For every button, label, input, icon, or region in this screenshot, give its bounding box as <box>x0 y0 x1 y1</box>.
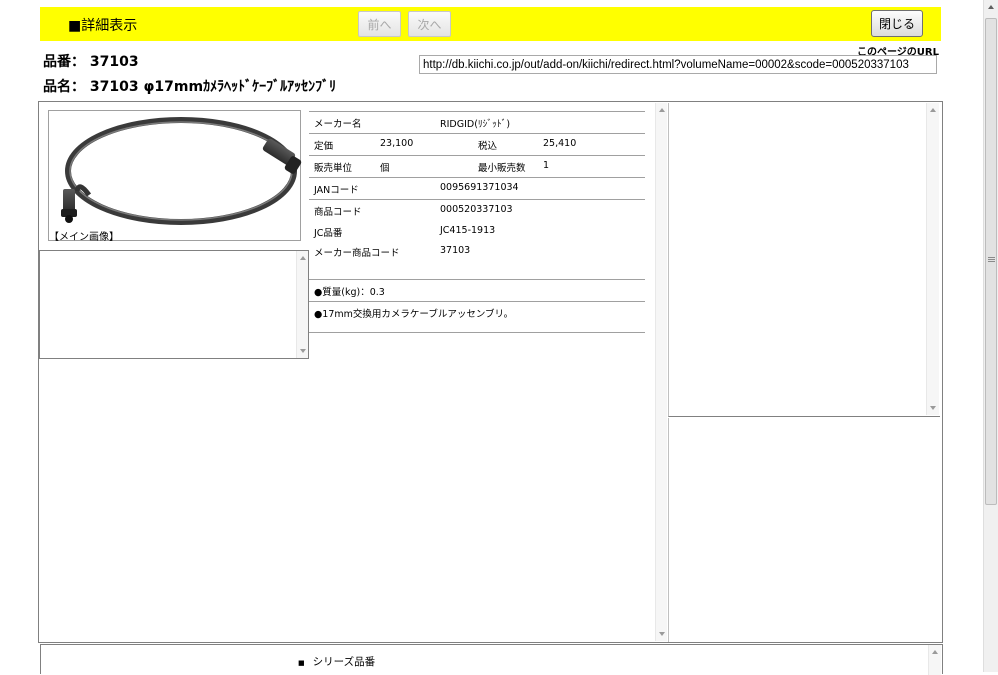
spec-note: ●質量(kg)：0.3 <box>314 287 385 298</box>
part-number: 品番： 37103 <box>43 54 139 70</box>
image-caption: 【メイン画像】 <box>49 232 119 243</box>
spec-row-maker-code: メーカー商品コード 37103 <box>309 241 645 279</box>
prev-button[interactable]: 前へ <box>358 11 401 37</box>
series-frame-scrollbar[interactable] <box>928 645 941 675</box>
spec-value: RIDGID(ﾘｼﾞｯﾄﾞ) <box>440 119 511 130</box>
spec-label: メーカー商品コード <box>314 248 400 259</box>
spec-value: 000520337103 <box>440 204 513 215</box>
series-label-text: シリーズ品番 <box>312 656 376 668</box>
spec-value: 個 <box>380 163 390 174</box>
spec-label: JC品番 <box>314 228 343 239</box>
spec-note-weight: ●質量(kg)：0.3 <box>309 279 645 301</box>
header-bar <box>40 7 941 41</box>
bullet-icon: ■ <box>298 659 305 667</box>
product-image <box>61 117 302 225</box>
spec-label: JANコード <box>314 185 359 196</box>
page-title: ■詳細表示 <box>68 18 138 34</box>
scroll-up-icon[interactable] <box>932 650 938 654</box>
right-frame-bottom <box>668 418 940 642</box>
series-frame <box>40 644 943 675</box>
spec-row-jc: JC品番 JC415-1913 <box>309 221 645 241</box>
main-image-box <box>48 110 302 241</box>
spec-value: 25,410 <box>543 138 577 149</box>
scroll-up-icon[interactable] <box>930 108 936 112</box>
spec-label: 販売単位 <box>314 163 353 174</box>
sub-image-frame <box>39 250 309 359</box>
spec-value: 1 <box>543 160 550 171</box>
spec-note-desc: ●17mm交換用カメラケーブルアッセンブリ。 <box>309 301 645 333</box>
scroll-up-icon[interactable] <box>299 256 306 260</box>
spec-label: メーカー名 <box>314 119 362 130</box>
close-button[interactable]: 閉じる <box>871 10 923 37</box>
spec-value: 23,100 <box>380 138 414 149</box>
scroll-down-icon[interactable] <box>930 406 936 410</box>
spec-label: 商品コード <box>314 207 362 218</box>
sub-frame-scrollbar[interactable] <box>296 251 308 358</box>
spec-row-unit: 販売単位 個 最小販売数 1 <box>309 155 645 177</box>
right-frame-top <box>668 103 940 417</box>
spec-label: 定価 <box>314 141 334 152</box>
main-scrollbar[interactable] <box>655 103 667 641</box>
spec-value: 37103 <box>440 245 471 256</box>
scroll-up-icon[interactable] <box>658 108 665 112</box>
spec-value: 0095691371034 <box>440 182 519 193</box>
page-url-field[interactable]: http://db.kiichi.co.jp/out/add-on/kiichi… <box>419 55 937 74</box>
spec-label: 税込 <box>478 141 498 152</box>
spec-row-price: 定価 23,100 税込 25,410 <box>309 133 645 155</box>
next-button[interactable]: 次へ <box>408 11 451 37</box>
scroll-up-icon[interactable] <box>988 5 994 9</box>
product-name: 品名： 37103 φ17mmｶﾒﾗﾍｯﾄﾞｹｰﾌﾞﾙｱｯｾﾝﾌﾞﾘ <box>43 79 337 95</box>
spec-row-maker: メーカー名 RIDGID(ﾘｼﾞｯﾄﾞ) <box>309 111 645 133</box>
scroll-down-icon[interactable] <box>299 349 306 353</box>
series-list-item: ■ シリーズ品番 <box>298 654 375 669</box>
spec-row-product-code: 商品コード 000520337103 <box>309 199 645 221</box>
grip-icon <box>988 257 995 258</box>
scroll-down-icon[interactable] <box>658 632 665 636</box>
spec-table: メーカー名 RIDGID(ﾘｼﾞｯﾄﾞ) 定価 23,100 税込 25,410… <box>309 111 645 333</box>
spec-value: JC415-1913 <box>440 225 496 236</box>
spec-label: 最小販売数 <box>478 163 526 174</box>
spec-row-jan: JANコード 0095691371034 <box>309 177 645 199</box>
page-scroll-thumb[interactable] <box>985 18 997 505</box>
spec-note: ●17mm交換用カメラケーブルアッセンブリ。 <box>314 309 514 320</box>
right-frame-scrollbar[interactable] <box>926 103 939 415</box>
